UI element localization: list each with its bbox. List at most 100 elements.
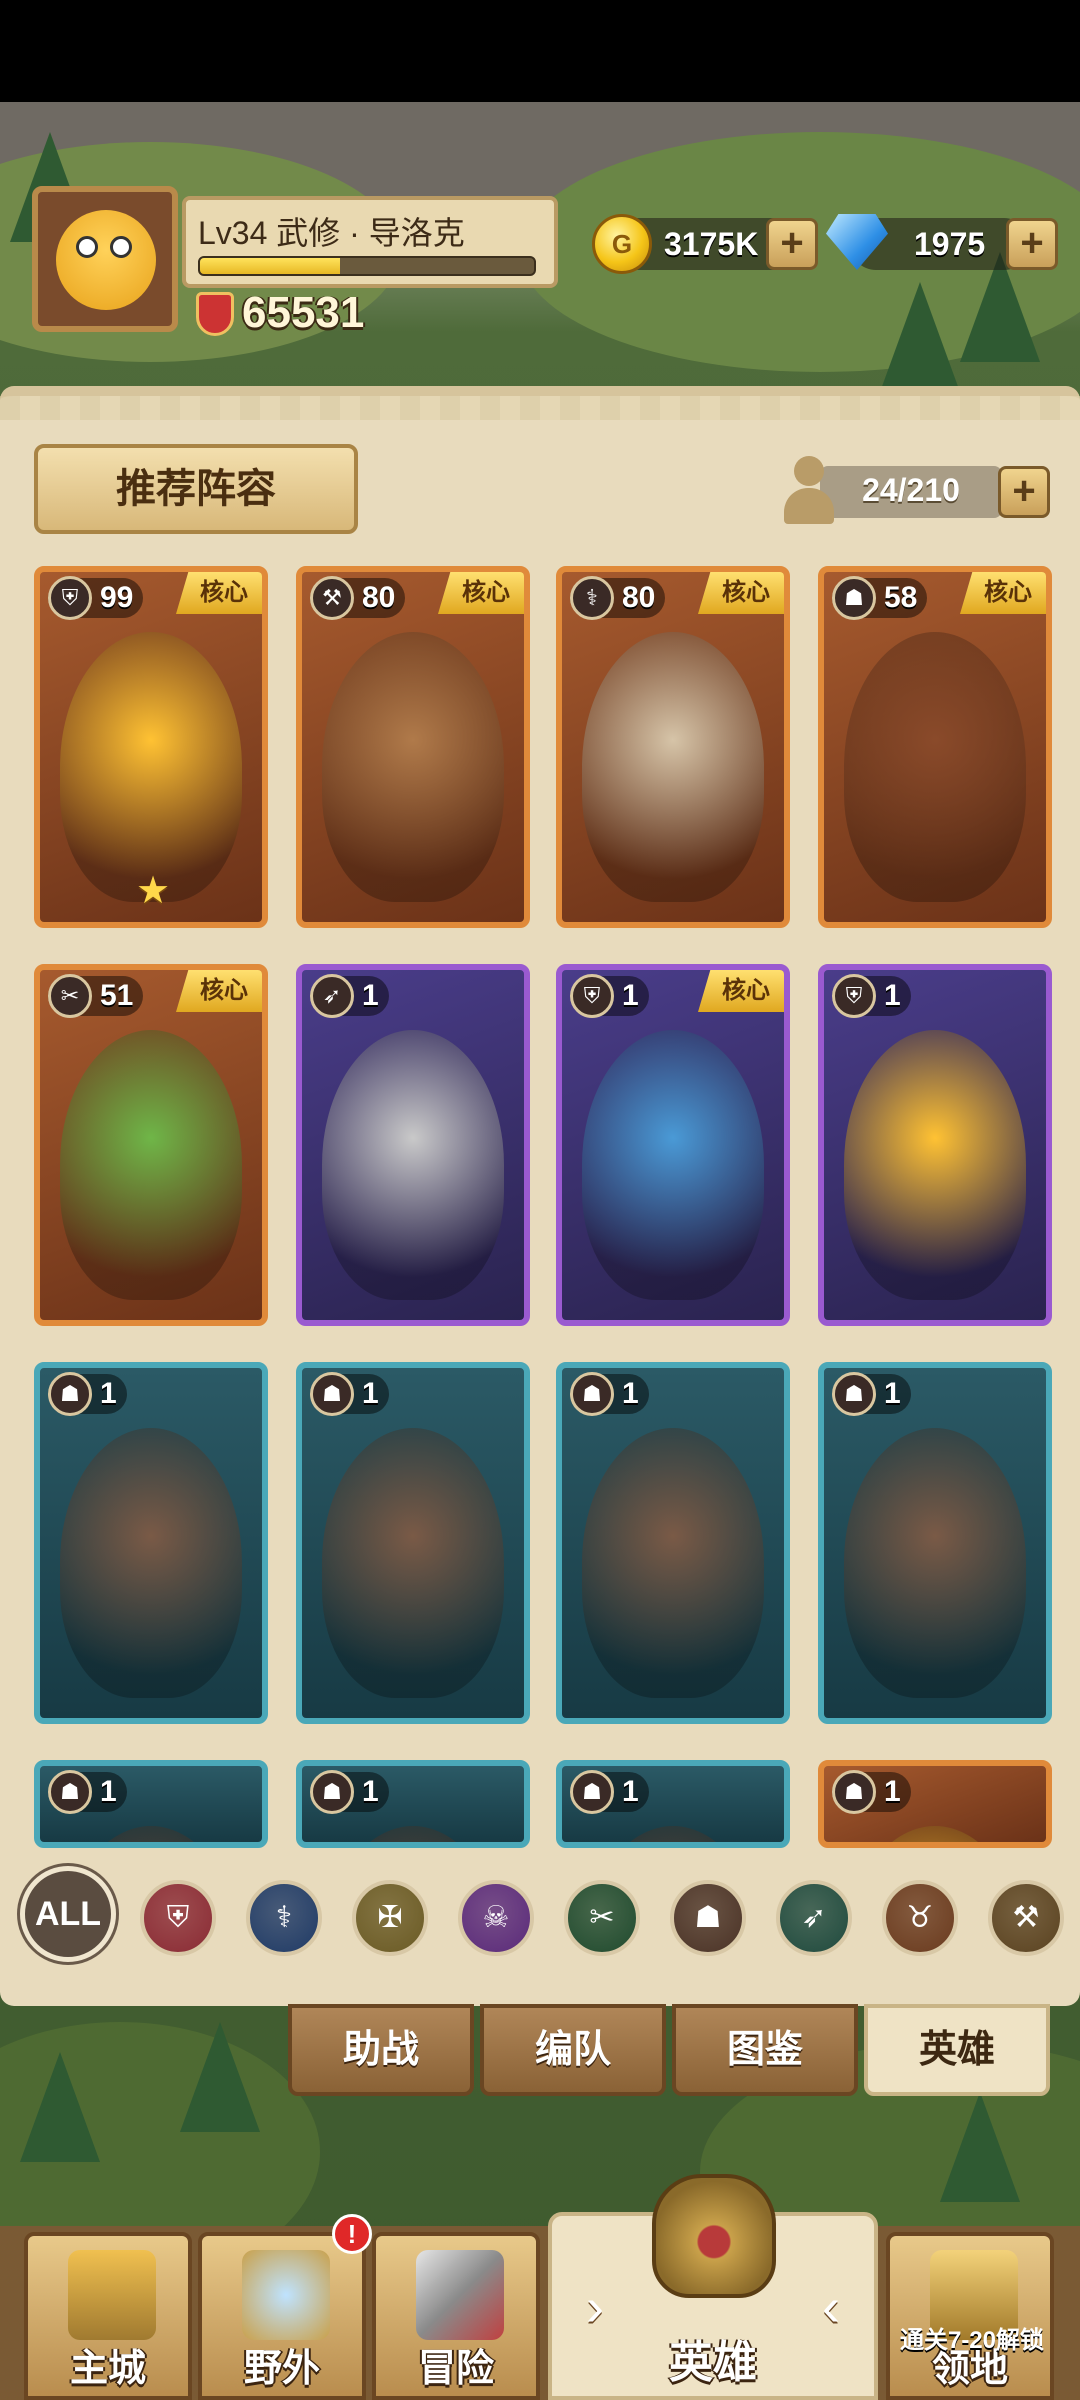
core-badge: 核心 [176, 572, 262, 614]
hero-portrait [60, 632, 242, 902]
power-shield-icon [196, 292, 234, 336]
hero-card[interactable]: 1 ☗ [34, 1760, 268, 1848]
coin-icon: G [592, 214, 652, 274]
panel-trim [0, 396, 1080, 420]
hero-portrait [844, 1030, 1026, 1300]
beast-role-icon: ☗ [570, 1770, 614, 1814]
hero-portrait [60, 1428, 242, 1698]
expand-slots-button[interactable]: + [998, 466, 1050, 518]
beast-role-icon: ☗ [570, 1372, 614, 1416]
hero-card[interactable]: 1 ☗ [818, 1760, 1052, 1848]
hero-card[interactable]: 1 ☗ [556, 1760, 790, 1848]
hero-card[interactable]: 99 ⛨ 核心 ★ [34, 566, 268, 928]
gold-amount: 3175K [664, 226, 759, 262]
emblem-filter-icon[interactable]: ✠ [352, 1880, 428, 1956]
hero-portrait [582, 632, 764, 902]
ranger-role-icon: ➶ [310, 974, 354, 1018]
hero-card[interactable]: 80 ⚕ 核心 [556, 566, 790, 928]
player-avatar[interactable] [32, 186, 178, 332]
castle-icon [68, 2250, 156, 2340]
hero-card[interactable]: 1 ☗ [34, 1362, 268, 1724]
beast-role-icon: ☗ [832, 576, 876, 620]
hero-slots-count: 24/210 [862, 472, 960, 508]
player-info-bar: Lv34 武修 · 导洛克 [182, 196, 558, 288]
player-power: 65531 [242, 288, 365, 337]
paw-filter-icon[interactable]: ☗ [670, 1880, 746, 1956]
tab-support[interactable]: 助战 [288, 2004, 474, 2096]
nav-wild-label: 野外 [243, 2348, 320, 2390]
hero-portrait [582, 1428, 764, 1698]
nav-wild[interactable]: 野外 [198, 2232, 366, 2400]
hero-portrait [60, 1030, 242, 1300]
beast-role-icon: ☗ [310, 1372, 354, 1416]
hero-portrait [582, 1030, 764, 1300]
hero-card[interactable]: 51 ✂ 核心 [34, 964, 268, 1326]
hero-card[interactable]: 1 ☗ [818, 1362, 1052, 1724]
hero-portrait [322, 632, 504, 902]
helmet-icon [652, 2174, 776, 2298]
hammer-filter-icon[interactable]: ⚒ [988, 1880, 1064, 1956]
hero-portrait [844, 1428, 1026, 1698]
core-badge: 核心 [176, 970, 262, 1012]
territory-lock-text: 通关7-20解锁 [899, 2327, 1045, 2354]
hero-card[interactable]: 1 ☗ [296, 1362, 530, 1724]
beast-role-icon: ☗ [48, 1770, 92, 1814]
beast-role-icon: ☗ [310, 1770, 354, 1814]
hero-card[interactable]: 1 ☗ [296, 1760, 530, 1848]
hero-portrait [60, 1826, 242, 1842]
beast-role-icon: ☗ [832, 1372, 876, 1416]
hero-card[interactable]: 58 ☗ 核心 [818, 566, 1052, 928]
xp-bar-fill [200, 258, 341, 274]
hero-portrait [322, 1030, 504, 1300]
crossed-swords-icon [416, 2250, 504, 2340]
star-icon: ★ [136, 870, 171, 912]
hero-card[interactable]: 80 ⚒ 核心 [296, 566, 530, 928]
filter-all-button[interactable]: ALL [20, 1866, 116, 1962]
xp-bar [198, 256, 536, 276]
recommended-lineup-button[interactable]: 推荐阵容 [34, 444, 358, 534]
gem-amount: 1975 [914, 226, 986, 262]
hero-card[interactable]: 1 ⛨ 核心 [556, 964, 790, 1326]
notification-badge: ! [332, 2214, 372, 2254]
shield-filter-icon[interactable]: ⛨ [140, 1880, 216, 1956]
core-badge: 核心 [698, 572, 784, 614]
hero-portrait [582, 1826, 764, 1842]
tab-heroes[interactable]: 英雄 [864, 2004, 1050, 2096]
beast-role-icon: ☗ [832, 1770, 876, 1814]
core-badge: 核心 [438, 572, 524, 614]
bow-filter-icon[interactable]: ➶ [776, 1880, 852, 1956]
add-gold-button[interactable]: + [766, 218, 818, 270]
staff-filter-icon[interactable]: ⚕ [246, 1880, 322, 1956]
mage-role-icon: ⚕ [570, 576, 614, 620]
beast-role-icon: ☗ [48, 1372, 92, 1416]
assassin-role-icon: ✂ [48, 974, 92, 1018]
portal-icon [242, 2250, 330, 2340]
tab-formation[interactable]: 编队 [480, 2004, 666, 2096]
warrior-role-icon: ⚒ [310, 576, 354, 620]
hero-portrait [322, 1428, 504, 1698]
hero-portrait [844, 1826, 1026, 1842]
crossed-daggers-filter-icon[interactable]: ✂ [564, 1880, 640, 1956]
bull-filter-icon[interactable]: ♉ [882, 1880, 958, 1956]
nav-hero-label: 英雄 [669, 2338, 757, 2387]
status-bar [0, 0, 1080, 102]
nav-adventure[interactable]: 冒险 [372, 2232, 540, 2400]
tab-codex[interactable]: 图鉴 [672, 2004, 858, 2096]
guardian-role-icon: ⛨ [832, 974, 876, 1018]
core-badge: 核心 [960, 572, 1046, 614]
nav-city-label: 主城 [69, 2348, 146, 2390]
nav-adventure-label: 冒险 [417, 2348, 494, 2390]
add-gems-button[interactable]: + [1006, 218, 1058, 270]
skull-filter-icon[interactable]: ☠ [458, 1880, 534, 1956]
hero-card[interactable]: 1 ➶ [296, 964, 530, 1326]
core-badge: 核心 [698, 970, 784, 1012]
player-level-name: Lv34 武修 · 导洛克 [198, 215, 465, 251]
nav-territory[interactable]: 领地 [886, 2232, 1054, 2400]
hero-card[interactable]: 1 ☗ [556, 1362, 790, 1724]
guardian-role-icon: ⛨ [48, 576, 92, 620]
hero-card[interactable]: 1 ⛨ [818, 964, 1052, 1326]
hero-portrait [844, 632, 1026, 902]
hero-portrait [322, 1826, 504, 1842]
nav-city[interactable]: 主城 [24, 2232, 192, 2400]
guardian-role-icon: ⛨ [570, 974, 614, 1018]
